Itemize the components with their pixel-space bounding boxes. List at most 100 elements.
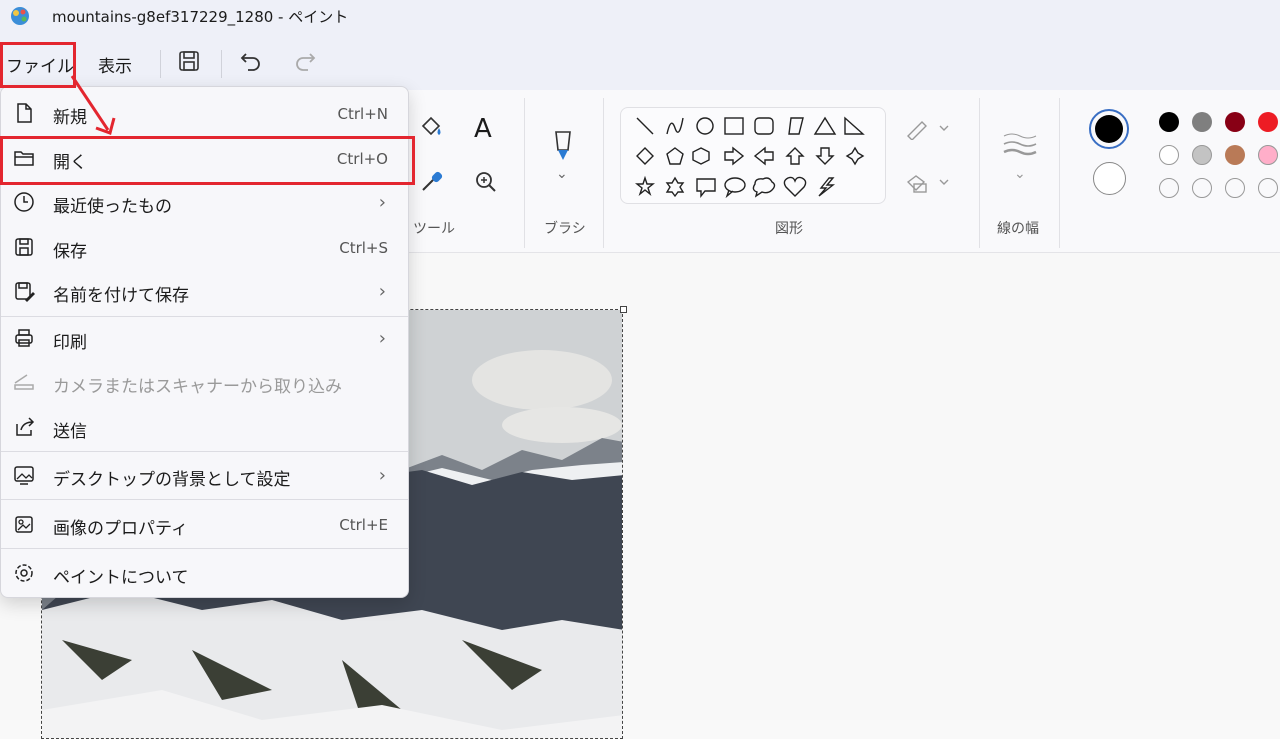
menu-item-label: 画像のプロパティ <box>53 519 188 539</box>
menu-item-image-properties[interactable]: 画像のプロパティ Ctrl+E <box>1 502 408 546</box>
image-properties-icon <box>15 516 33 533</box>
arrow-right-shape-icon <box>724 146 745 166</box>
annotation-arrow-icon <box>70 75 116 135</box>
menu-separator <box>221 50 222 78</box>
outline-dropdown-icon[interactable] <box>906 118 950 140</box>
undo-icon[interactable] <box>238 48 264 74</box>
shapes-group-label: 図形 <box>775 221 803 237</box>
printer-icon <box>15 329 33 347</box>
chevron-right-icon: › <box>378 465 386 486</box>
chevron-right-icon: › <box>378 192 386 213</box>
arrow-left-shape-icon <box>753 146 774 166</box>
menu-item-shortcut: Ctrl+S <box>339 239 388 257</box>
menu-item-shortcut: Ctrl+N <box>337 105 388 123</box>
menu-item-scanner: カメラまたはスキャナーから取り込み <box>1 360 408 404</box>
brush-icon[interactable] <box>548 128 578 162</box>
text-tool-icon[interactable]: A <box>474 114 492 144</box>
save-as-icon <box>15 282 35 302</box>
palette-empty-slot[interactable] <box>1258 178 1278 198</box>
menu-item-label: 保存 <box>53 242 87 262</box>
palette-color-pink[interactable] <box>1258 145 1278 165</box>
color-picker-icon[interactable] <box>417 168 445 196</box>
share-icon <box>16 417 35 436</box>
chevron-right-icon: › <box>378 281 386 302</box>
paint-app-icon <box>11 7 29 25</box>
rounded-rectangle-shape-icon <box>754 117 774 135</box>
pentagon-shape-icon <box>666 147 684 165</box>
fill-dropdown-icon[interactable] <box>906 172 950 194</box>
menu-item-label: 印刷 <box>53 333 87 353</box>
menu-item-print[interactable]: 印刷 › <box>1 316 408 360</box>
redo-icon[interactable] <box>292 48 318 74</box>
arrow-up-shape-icon <box>785 147 805 165</box>
palette-color-white[interactable] <box>1159 145 1179 165</box>
wallpaper-icon <box>14 466 34 485</box>
title-bar: mountains-g8ef317229_1280 - ペイント <box>0 0 1280 36</box>
menu-item-label: カメラまたはスキャナーから取り込み <box>53 377 342 397</box>
right-triangle-shape-icon <box>844 116 865 135</box>
palette-color-brown[interactable] <box>1225 145 1245 165</box>
window-title: mountains-g8ef317229_1280 - ペイント <box>52 8 349 26</box>
chevron-right-icon: › <box>378 328 386 349</box>
menu-item-send[interactable]: 送信 <box>1 405 408 449</box>
ribbon-separator <box>1059 98 1060 248</box>
save-icon[interactable] <box>176 48 202 74</box>
palette-empty-slot[interactable] <box>1225 178 1245 198</box>
star4-shape-icon <box>845 146 865 166</box>
speech-cloud-shape-icon <box>752 177 776 198</box>
palette-empty-slot[interactable] <box>1192 178 1212 198</box>
menu-item-save-as[interactable]: 名前を付けて保存 › <box>1 269 408 313</box>
chevron-down-icon[interactable]: ⌄ <box>556 166 568 182</box>
ribbon-separator <box>524 98 525 248</box>
gear-icon <box>15 564 33 582</box>
ribbon-separator <box>979 98 980 248</box>
rectangle-shape-icon <box>724 117 744 135</box>
menu-item-set-wallpaper[interactable]: デスクトップの背景として設定 › <box>1 453 408 497</box>
speech-rect-shape-icon <box>696 178 716 198</box>
triangle-shape-icon <box>813 116 837 135</box>
menu-item-label: デスクトップの背景として設定 <box>53 470 291 490</box>
menu-item-about[interactable]: ペイントについて <box>1 551 408 595</box>
line-width-group-label: 線の幅 <box>997 221 1039 237</box>
menu-item-label: ペイントについて <box>53 568 189 588</box>
menu-item-recent[interactable]: 最近使ったもの › <box>1 180 408 224</box>
shapes-gallery[interactable] <box>620 107 886 204</box>
line-width-icon[interactable] <box>1002 130 1038 158</box>
menu-divider <box>1 548 408 549</box>
menu-item-label: 最近使ったもの <box>53 197 172 217</box>
hexagon-shape-icon <box>692 147 710 165</box>
open-item-highlight <box>0 136 415 185</box>
menu-item-label: 名前を付けて保存 <box>53 286 189 306</box>
chevron-down-icon[interactable]: ⌄ <box>1014 166 1026 182</box>
menu-bar: ファイル 表示 <box>0 36 1280 90</box>
secondary-color-swatch[interactable] <box>1093 162 1126 195</box>
curve-shape-icon <box>666 117 684 135</box>
palette-color-dark-red[interactable] <box>1225 112 1245 132</box>
menu-divider <box>1 451 408 452</box>
menu-item-save[interactable]: 保存 Ctrl+S <box>1 225 408 269</box>
palette-color-black[interactable] <box>1159 112 1179 132</box>
star5-shape-icon <box>635 175 655 197</box>
menu-divider <box>1 499 408 500</box>
brush-group-label: ブラシ <box>544 221 586 237</box>
palette-color-gray[interactable] <box>1192 112 1212 132</box>
magnifier-icon[interactable] <box>472 168 500 196</box>
polygon-shape-icon <box>788 117 804 135</box>
save-icon <box>15 238 33 256</box>
ribbon-separator <box>603 98 604 248</box>
menu-item-shortcut: Ctrl+E <box>339 516 388 534</box>
clock-icon <box>14 192 34 212</box>
menu-item-label: 送信 <box>53 422 87 442</box>
new-file-icon <box>17 103 32 123</box>
palette-color-red[interactable] <box>1258 112 1278 132</box>
tools-group-label: ツール <box>413 221 455 237</box>
palette-empty-slot[interactable] <box>1159 178 1179 198</box>
primary-color-selector[interactable] <box>1089 109 1129 149</box>
fill-bucket-icon[interactable] <box>417 114 445 142</box>
star6-shape-icon <box>665 176 685 198</box>
line-shape-icon <box>636 117 654 135</box>
arrow-down-shape-icon <box>815 147 835 165</box>
resize-handle[interactable] <box>620 306 627 313</box>
speech-oval-shape-icon <box>724 177 746 199</box>
palette-color-light-gray[interactable] <box>1192 145 1212 165</box>
